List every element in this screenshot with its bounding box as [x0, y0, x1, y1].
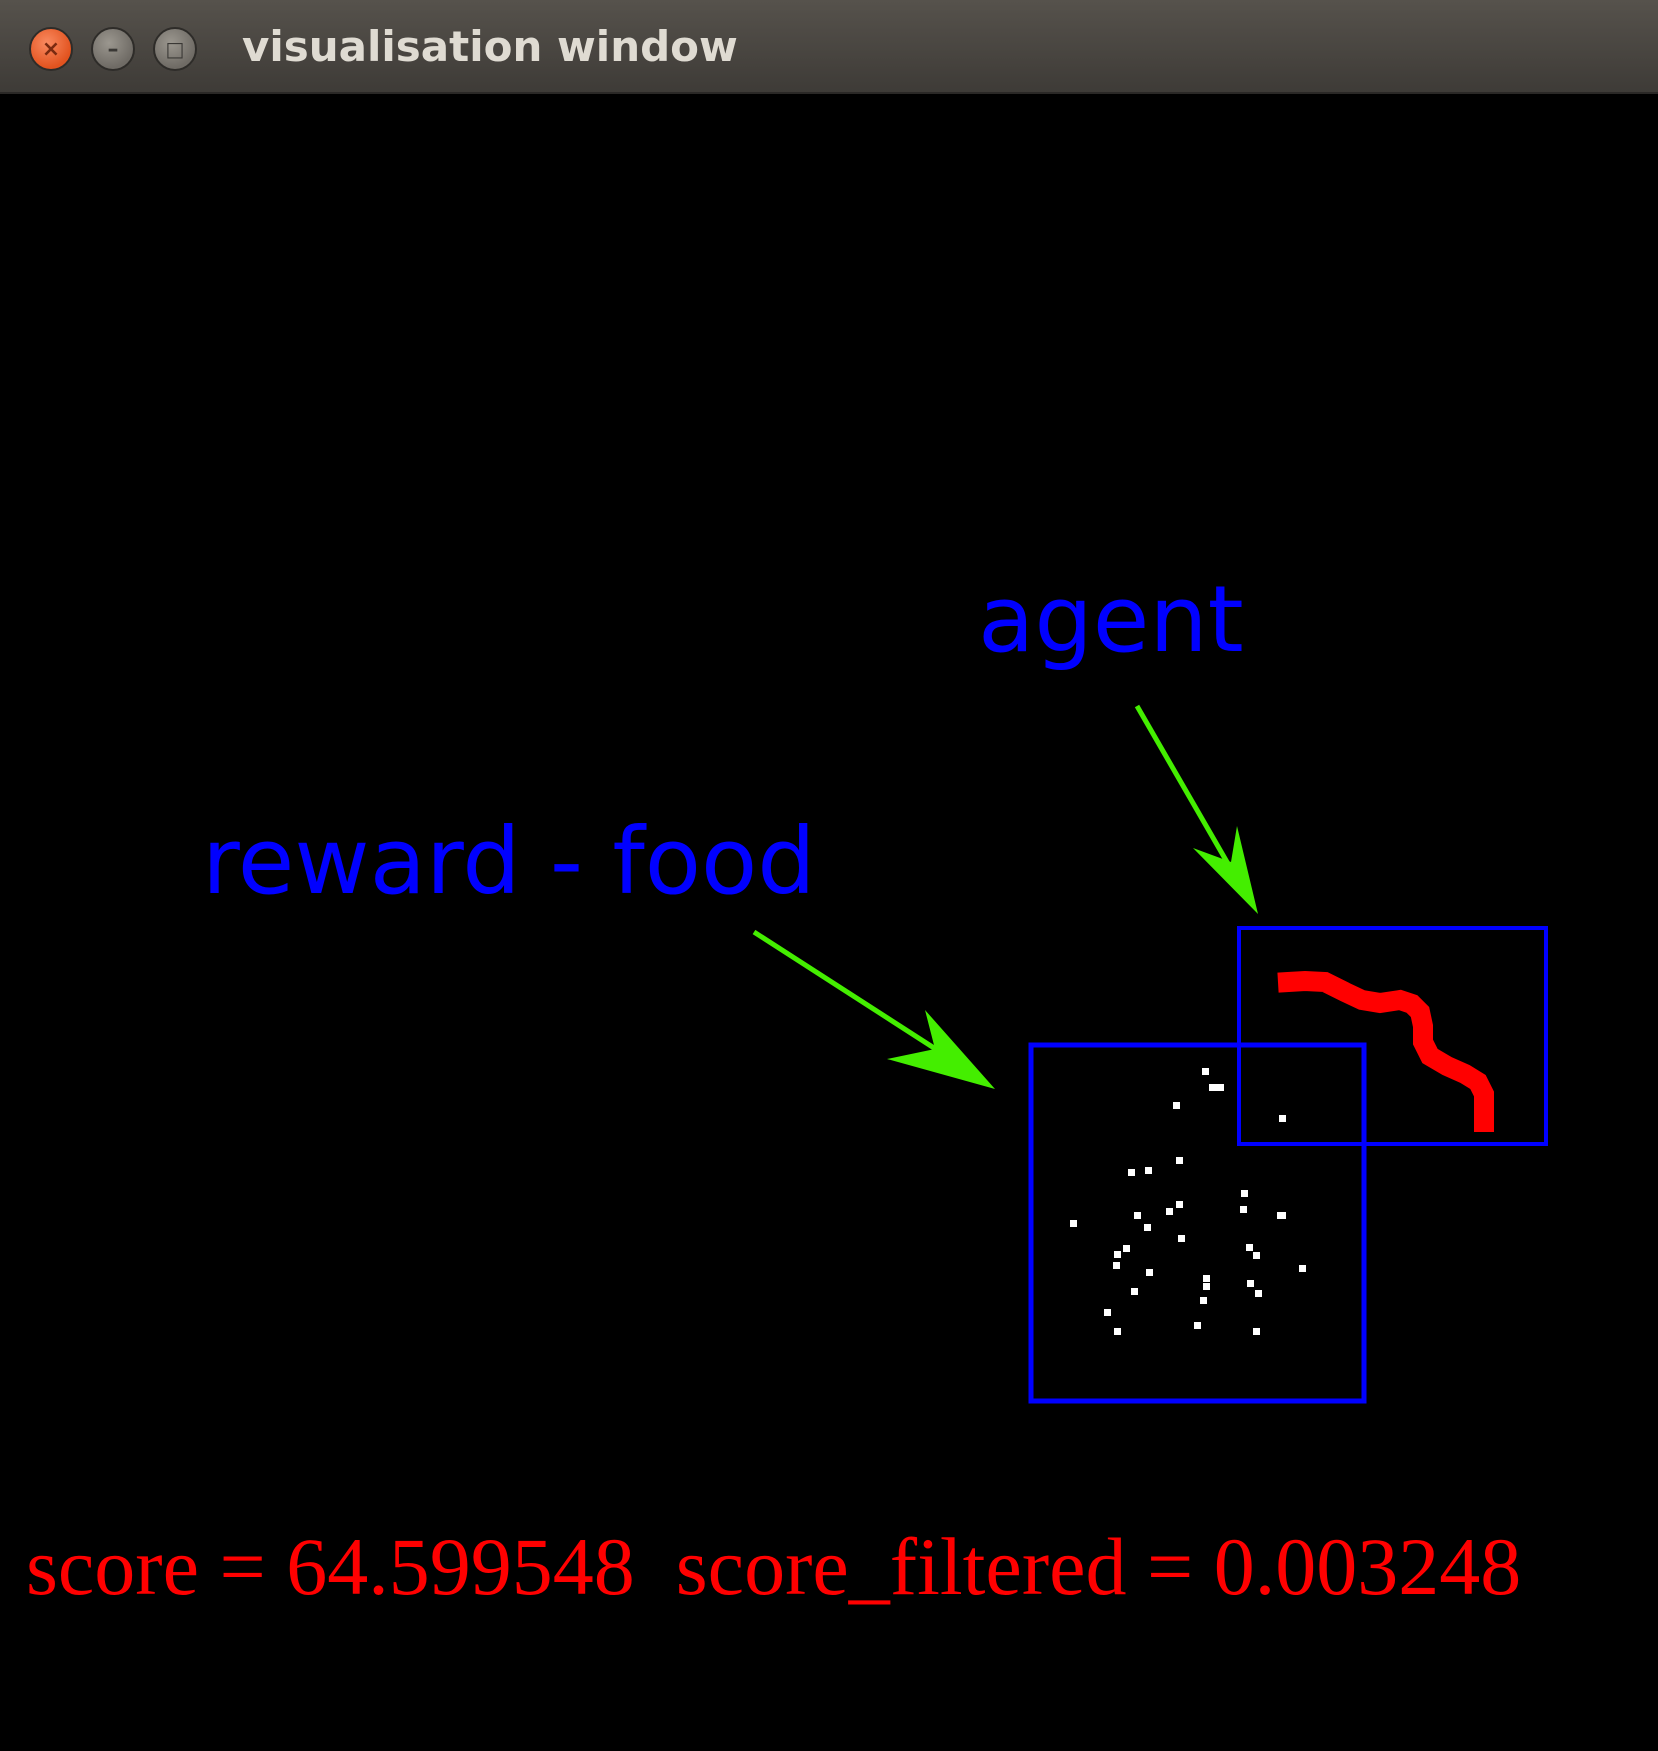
food-dot — [1279, 1115, 1286, 1122]
food-dot — [1202, 1068, 1209, 1075]
food-box — [1028, 1042, 1367, 1404]
food-dot — [1299, 1265, 1306, 1272]
food-dot — [1131, 1288, 1138, 1295]
food-dot — [1144, 1224, 1151, 1231]
food-dot — [1176, 1201, 1183, 1208]
food-dot — [1246, 1244, 1253, 1251]
food-dot — [1114, 1251, 1121, 1258]
maximize-icon: □ — [165, 37, 185, 61]
close-icon: × — [41, 36, 61, 62]
food-dot — [1166, 1208, 1173, 1215]
food-dot — [1203, 1283, 1210, 1290]
minimize-icon: – — [107, 36, 119, 62]
food-dot — [1123, 1245, 1130, 1252]
food-dot — [1241, 1190, 1248, 1197]
food-dot — [1070, 1220, 1077, 1227]
visualisation-window: × – □ visualisation window agent reward … — [0, 0, 1658, 1751]
agent-box — [1237, 926, 1548, 1146]
food-dot — [1203, 1275, 1210, 1282]
food-dot — [1253, 1252, 1260, 1259]
food-dot — [1134, 1212, 1141, 1219]
food-dot — [1200, 1297, 1207, 1304]
food-dot — [1114, 1328, 1121, 1335]
food-label: reward - food — [202, 808, 816, 915]
food-dot — [1146, 1269, 1153, 1276]
food-dot — [1104, 1309, 1111, 1316]
score-readout: score = 64.599548 score_filtered = 0.003… — [26, 1526, 1521, 1608]
food-dot — [1277, 1212, 1286, 1219]
score-filtered-value: score_filtered = 0.003248 — [675, 1521, 1522, 1612]
scene-graphics — [752, 704, 1548, 1404]
food-dot — [1247, 1280, 1254, 1287]
food-arrow — [752, 929, 995, 1089]
food-particles — [1070, 1068, 1306, 1335]
food-dot — [1145, 1167, 1152, 1174]
food-dot — [1253, 1328, 1260, 1335]
agent-label: agent — [978, 566, 1244, 673]
food-dot — [1178, 1235, 1185, 1242]
food-dot — [1194, 1322, 1201, 1329]
food-dot — [1113, 1262, 1120, 1269]
food-dot — [1240, 1206, 1247, 1213]
food-dot — [1173, 1102, 1180, 1109]
simulation-canvas: agent reward - food score = 64.599548 sc… — [0, 94, 1658, 1751]
agent-worm — [1277, 970, 1494, 1132]
close-button[interactable]: × — [29, 27, 73, 71]
maximize-button[interactable]: □ — [153, 27, 197, 71]
food-dot — [1255, 1290, 1262, 1297]
title-bar[interactable]: × – □ visualisation window — [0, 0, 1658, 94]
food-dot — [1176, 1157, 1183, 1164]
food-dot — [1209, 1084, 1224, 1091]
window-title: visualisation window — [242, 22, 738, 71]
agent-arrow — [1134, 704, 1258, 914]
score-value: score = 64.599548 — [26, 1521, 635, 1612]
minimize-button[interactable]: – — [91, 27, 135, 71]
food-dot — [1128, 1169, 1135, 1176]
